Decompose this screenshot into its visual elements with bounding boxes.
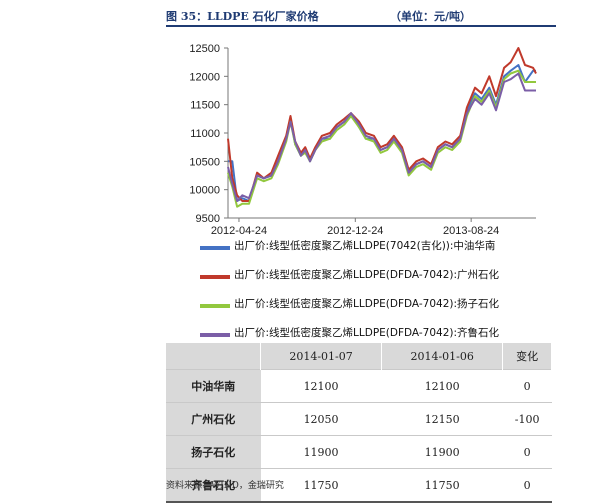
table-header-cell: 2014-01-07 bbox=[260, 343, 383, 370]
series-line-4 bbox=[227, 72, 536, 202]
y-tick-label: 11500 bbox=[190, 100, 220, 112]
series-line-2 bbox=[227, 47, 537, 202]
chart-axes: 9500 10000 10500 11000 11500 12000 12500 2012-0… bbox=[189, 43, 536, 237]
legend-label: 出厂价:线型低密度聚乙烯LLDPE(DFDA-7042):齐鲁石化 bbox=[234, 327, 500, 339]
row-value-previous: 12100 bbox=[381, 369, 503, 403]
chart-series-group bbox=[227, 47, 537, 208]
unit-label: （单位：元/吨） bbox=[390, 10, 472, 23]
row-value-previous: 11750 bbox=[381, 468, 503, 503]
row-value-previous: 12150 bbox=[381, 402, 503, 436]
x-tick-label: 2013-08-24 bbox=[443, 225, 499, 237]
legend-swatch bbox=[200, 246, 230, 250]
y-tick-label: 9500 bbox=[196, 213, 220, 225]
row-change: 0 bbox=[502, 468, 552, 503]
y-tick-label: 10000 bbox=[189, 185, 220, 197]
table-header-row: 2014-01-07 2014-01-06 变化 bbox=[166, 343, 552, 370]
y-tick-label: 11000 bbox=[190, 128, 220, 140]
y-tick-label: 10500 bbox=[189, 156, 220, 168]
row-name: 广州石化 bbox=[166, 402, 261, 436]
row-value-previous: 11900 bbox=[381, 435, 503, 469]
row-value-current: 12050 bbox=[260, 402, 382, 436]
y-tick-label: 12500 bbox=[189, 43, 220, 55]
row-value-current: 12100 bbox=[260, 369, 382, 403]
table-header-cell: 变化 bbox=[502, 343, 552, 370]
row-name: 中油华南 bbox=[166, 369, 261, 403]
legend-item: 出厂价:线型低密度聚乙烯LLDPE(DFDA-7042):广州石化 bbox=[196, 269, 556, 298]
legend-item: 出厂价:线型低密度聚乙烯LLDPE(7042(吉化)):中油华南 bbox=[196, 240, 556, 269]
legend-label: 出厂价:线型低密度聚乙烯LLDPE(7042(吉化)):中油华南 bbox=[234, 240, 496, 252]
row-change: -100 bbox=[502, 402, 552, 436]
legend-label: 出厂价:线型低密度聚乙烯LLDPE(DFDA-7042):扬子石化 bbox=[234, 298, 500, 310]
row-value-current: 11900 bbox=[260, 435, 382, 469]
figure-title: 图 35：LLDPE 石化厂家价格 bbox=[166, 10, 319, 23]
table-row: 广州石化 12050 12150 -100 bbox=[166, 402, 552, 436]
row-change: 0 bbox=[502, 435, 552, 469]
y-tick-label: 12000 bbox=[189, 71, 220, 83]
x-tick-label: 2012-12-24 bbox=[327, 225, 383, 237]
legend-item: 出厂价:线型低密度聚乙烯LLDPE(DFDA-7042):扬子石化 bbox=[196, 298, 556, 327]
table-row: 中油华南 12100 12100 0 bbox=[166, 369, 552, 403]
series-line-3 bbox=[227, 69, 536, 208]
table-row: 扬子石化 11900 11900 0 bbox=[166, 435, 552, 469]
source-note: 资料来源：WIND，金瑞研究 bbox=[166, 481, 284, 491]
chart-legend: 出厂价:线型低密度聚乙烯LLDPE(7042(吉化)):中油华南 出厂价:线型低… bbox=[196, 240, 556, 356]
price-line-chart: 9500 10000 10500 11000 11500 12000 12500 2012-0… bbox=[189, 43, 537, 237]
row-name: 扬子石化 bbox=[166, 435, 261, 469]
series-line-1 bbox=[228, 64, 536, 202]
legend-swatch bbox=[200, 333, 230, 337]
x-tick-label: 2012-04-24 bbox=[211, 225, 267, 237]
table-header-cell bbox=[166, 343, 261, 370]
legend-swatch bbox=[200, 275, 230, 279]
legend-swatch bbox=[200, 304, 230, 308]
title-divider bbox=[166, 25, 556, 27]
legend-label: 出厂价:线型低密度聚乙烯LLDPE(DFDA-7042):广州石化 bbox=[234, 269, 500, 281]
table-header-cell: 2014-01-06 bbox=[381, 343, 504, 370]
row-change: 0 bbox=[502, 369, 552, 403]
